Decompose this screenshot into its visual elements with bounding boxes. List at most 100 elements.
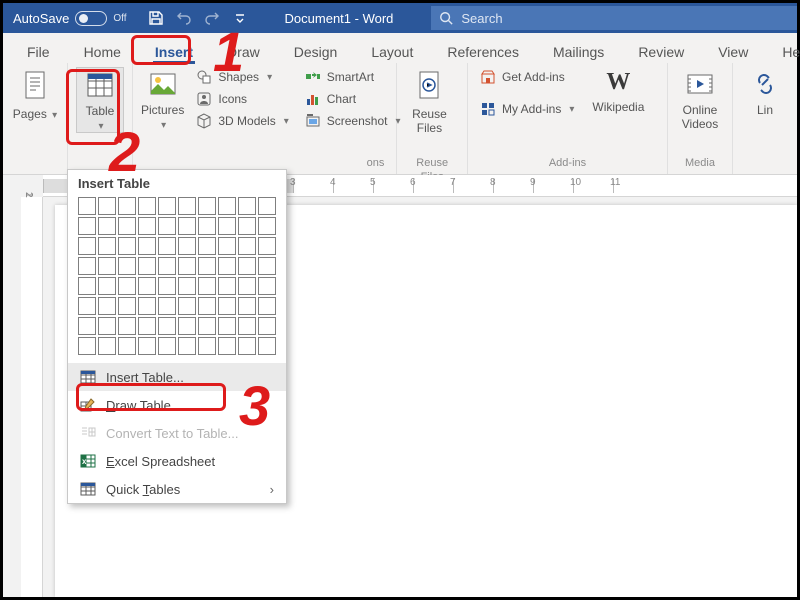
grid-cell[interactable] xyxy=(178,317,196,335)
grid-cell[interactable] xyxy=(138,337,156,355)
grid-cell[interactable] xyxy=(158,197,176,215)
grid-cell[interactable] xyxy=(78,317,96,335)
grid-cell[interactable] xyxy=(258,257,276,275)
grid-cell[interactable] xyxy=(198,237,216,255)
grid-cell[interactable] xyxy=(178,217,196,235)
grid-cell[interactable] xyxy=(238,237,256,255)
grid-cell[interactable] xyxy=(138,197,156,215)
grid-cell[interactable] xyxy=(118,337,136,355)
grid-cell[interactable] xyxy=(78,257,96,275)
grid-cell[interactable] xyxy=(238,217,256,235)
grid-cell[interactable] xyxy=(158,277,176,295)
grid-cell[interactable] xyxy=(158,237,176,255)
get-addins-button[interactable]: Get Add-ins xyxy=(476,67,578,87)
redo-button[interactable] xyxy=(199,5,225,31)
grid-cell[interactable] xyxy=(178,297,196,315)
grid-cell[interactable] xyxy=(218,217,236,235)
grid-cell[interactable] xyxy=(78,197,96,215)
grid-cell[interactable] xyxy=(118,197,136,215)
vertical-ruler[interactable] xyxy=(21,197,43,597)
grid-cell[interactable] xyxy=(98,297,116,315)
grid-cell[interactable] xyxy=(158,217,176,235)
grid-cell[interactable] xyxy=(158,337,176,355)
grid-cell[interactable] xyxy=(118,317,136,335)
my-addins-button[interactable]: My Add-ins▾ xyxy=(476,99,578,119)
grid-cell[interactable] xyxy=(98,197,116,215)
grid-cell[interactable] xyxy=(98,317,116,335)
icons-button[interactable]: Icons xyxy=(192,89,292,109)
table-size-grid[interactable] xyxy=(78,197,276,355)
grid-cell[interactable] xyxy=(238,257,256,275)
grid-cell[interactable] xyxy=(238,297,256,315)
menu-draw-table[interactable]: Draw Table xyxy=(68,391,286,419)
autosave-toggle[interactable]: AutoSave Off xyxy=(3,11,137,26)
grid-cell[interactable] xyxy=(218,237,236,255)
tab-file[interactable]: File xyxy=(11,40,66,63)
grid-cell[interactable] xyxy=(98,277,116,295)
shapes-button[interactable]: Shapes▾ xyxy=(192,67,292,87)
grid-cell[interactable] xyxy=(238,317,256,335)
grid-cell[interactable] xyxy=(118,257,136,275)
reuse-files-button[interactable]: Reuse Files xyxy=(405,67,453,135)
grid-cell[interactable] xyxy=(198,197,216,215)
grid-cell[interactable] xyxy=(258,337,276,355)
grid-cell[interactable] xyxy=(198,317,216,335)
grid-cell[interactable] xyxy=(238,277,256,295)
grid-cell[interactable] xyxy=(198,217,216,235)
grid-cell[interactable] xyxy=(218,197,236,215)
grid-cell[interactable] xyxy=(98,337,116,355)
grid-cell[interactable] xyxy=(158,317,176,335)
grid-cell[interactable] xyxy=(258,277,276,295)
qat-customize-button[interactable] xyxy=(227,5,253,31)
grid-cell[interactable] xyxy=(78,217,96,235)
menu-quick-tables[interactable]: Quick Tables › xyxy=(68,475,286,503)
grid-cell[interactable] xyxy=(218,277,236,295)
grid-cell[interactable] xyxy=(238,197,256,215)
tab-draw[interactable]: Draw xyxy=(211,40,276,63)
grid-cell[interactable] xyxy=(158,257,176,275)
grid-cell[interactable] xyxy=(138,237,156,255)
chart-button[interactable]: Chart xyxy=(301,89,405,109)
grid-cell[interactable] xyxy=(198,277,216,295)
grid-cell[interactable] xyxy=(118,217,136,235)
tab-home[interactable]: Home xyxy=(68,40,137,63)
undo-button[interactable] xyxy=(171,5,197,31)
grid-cell[interactable] xyxy=(218,337,236,355)
grid-cell[interactable] xyxy=(118,297,136,315)
grid-cell[interactable] xyxy=(178,337,196,355)
grid-cell[interactable] xyxy=(158,297,176,315)
grid-cell[interactable] xyxy=(138,257,156,275)
grid-cell[interactable] xyxy=(238,337,256,355)
pages-button[interactable]: Pages ▾ xyxy=(11,67,59,121)
grid-cell[interactable] xyxy=(98,217,116,235)
save-button[interactable] xyxy=(143,5,169,31)
grid-cell[interactable] xyxy=(218,257,236,275)
grid-cell[interactable] xyxy=(118,277,136,295)
online-videos-button[interactable]: Online Videos xyxy=(676,67,724,131)
grid-cell[interactable] xyxy=(138,297,156,315)
grid-cell[interactable] xyxy=(258,197,276,215)
grid-cell[interactable] xyxy=(198,297,216,315)
grid-cell[interactable] xyxy=(138,277,156,295)
grid-cell[interactable] xyxy=(138,217,156,235)
grid-cell[interactable] xyxy=(258,297,276,315)
grid-cell[interactable] xyxy=(218,317,236,335)
tab-layout[interactable]: Layout xyxy=(355,40,429,63)
smartart-button[interactable]: SmartArt xyxy=(301,67,405,87)
grid-cell[interactable] xyxy=(178,237,196,255)
grid-cell[interactable] xyxy=(258,217,276,235)
links-button[interactable]: Lin xyxy=(741,67,789,117)
tab-help[interactable]: Help xyxy=(766,40,800,63)
search-input[interactable]: Search xyxy=(431,6,797,30)
tab-mailings[interactable]: Mailings xyxy=(537,40,620,63)
tab-references[interactable]: References xyxy=(431,40,535,63)
pictures-button[interactable]: Pictures▾ xyxy=(141,67,184,131)
grid-cell[interactable] xyxy=(98,257,116,275)
3d-models-button[interactable]: 3D Models▾ xyxy=(192,111,292,131)
grid-cell[interactable] xyxy=(198,257,216,275)
screenshot-button[interactable]: Screenshot▾ xyxy=(301,111,405,131)
grid-cell[interactable] xyxy=(178,257,196,275)
grid-cell[interactable] xyxy=(218,297,236,315)
table-button[interactable]: Table▾ xyxy=(76,67,124,133)
grid-cell[interactable] xyxy=(178,277,196,295)
